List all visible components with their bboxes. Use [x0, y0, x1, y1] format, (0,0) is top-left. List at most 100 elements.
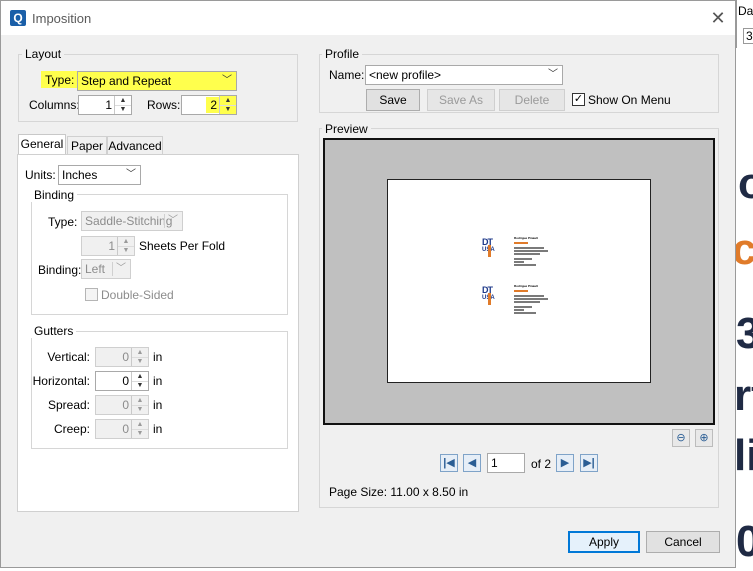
- profile-name-value: <new profile>: [369, 68, 442, 82]
- chevron-left-icon: ◀: [467, 457, 477, 469]
- card-line: [514, 312, 536, 314]
- spin-down-icon[interactable]: ▼: [115, 105, 131, 114]
- spin-down-icon[interactable]: ▼: [132, 429, 148, 438]
- spin-down-icon[interactable]: ▼: [132, 405, 148, 414]
- card-line: [514, 250, 548, 252]
- background-text: 3(: [736, 309, 753, 358]
- background-text: o: [738, 159, 753, 208]
- spread-gutter-unit: in: [153, 398, 163, 412]
- binding-group-label: Binding: [31, 188, 78, 202]
- page-number-input[interactable]: 1: [487, 453, 525, 473]
- select-divider: [112, 262, 113, 276]
- profile-group-label: Profile: [322, 47, 363, 61]
- spread-gutter-stepper[interactable]: 0 ▲ ▼: [95, 395, 149, 415]
- card-logo: DT USA: [482, 286, 498, 306]
- vertical-gutter-value: 0: [122, 350, 129, 364]
- binding-type-label: Type:: [48, 215, 78, 229]
- show-on-menu-checkbox[interactable]: ✓: [572, 93, 585, 106]
- spread-gutter-buttons: ▲ ▼: [131, 396, 148, 414]
- chevron-down-icon: ﹀: [116, 263, 126, 274]
- background-text: rt: [734, 371, 753, 420]
- first-page-button[interactable]: |◀: [440, 454, 458, 472]
- apply-button[interactable]: Apply: [568, 531, 640, 553]
- background-table: Da 3: [736, 0, 753, 48]
- card-logo: DT USA: [482, 238, 498, 258]
- next-page-button[interactable]: ▶: [556, 454, 574, 472]
- imposition-dialog: Q Imposition ✕ Layout Type: Step and Rep…: [0, 0, 736, 568]
- binding-select[interactable]: Left ﹀: [81, 259, 131, 279]
- rows-stepper-buttons: ▲ ▼: [219, 96, 236, 114]
- horizontal-gutter-buttons: ▲ ▼: [131, 372, 148, 390]
- columns-stepper[interactable]: 1 ▲ ▼: [78, 95, 132, 115]
- creep-gutter-value: 0: [122, 422, 129, 436]
- background-text: 0: [736, 517, 753, 566]
- last-page-button[interactable]: ▶|: [580, 454, 598, 472]
- zoom-out-icon: ⊖: [676, 432, 686, 444]
- app-logo-icon: Q: [10, 10, 26, 26]
- creep-gutter-unit: in: [153, 422, 163, 436]
- business-card: DT USA Rodrigue Pinault: [482, 284, 556, 320]
- card-logo-bar: [488, 245, 491, 257]
- spin-down-icon[interactable]: ▼: [118, 246, 134, 255]
- card-line: [514, 242, 528, 244]
- horizontal-gutter-stepper[interactable]: 0 ▲ ▼: [95, 371, 149, 391]
- last-page-icon: ▶|: [583, 457, 595, 469]
- columns-stepper-buttons: ▲ ▼: [114, 96, 131, 114]
- binding-type-value: Saddle-Stitching: [85, 214, 173, 228]
- card-line: [514, 306, 532, 308]
- vertical-gutter-label: Vertical:: [47, 350, 90, 364]
- vertical-gutter-unit: in: [153, 350, 163, 364]
- profile-name-select[interactable]: <new profile> ﹀: [365, 65, 563, 85]
- zoom-out-button[interactable]: ⊖: [672, 429, 690, 447]
- card-line: [514, 258, 532, 260]
- chevron-down-icon: ﹀: [548, 69, 558, 80]
- card-line: [514, 295, 544, 297]
- save-as-button[interactable]: Save As: [427, 89, 495, 111]
- delete-button[interactable]: Delete: [499, 89, 565, 111]
- sheets-per-fold-buttons: ▲ ▼: [117, 237, 134, 255]
- previous-page-button[interactable]: ◀: [463, 454, 481, 472]
- columns-value: 1: [105, 98, 112, 112]
- binding-type-select[interactable]: Saddle-Stitching ﹀: [81, 211, 183, 231]
- columns-label: Columns:: [29, 98, 80, 112]
- chevron-down-icon: ﹀: [126, 169, 136, 180]
- tab-advanced[interactable]: Advanced: [107, 136, 163, 156]
- save-button[interactable]: Save: [366, 89, 420, 111]
- show-on-menu-label: Show On Menu: [588, 93, 671, 107]
- card-logo-bar: [488, 293, 491, 305]
- creep-gutter-stepper[interactable]: 0 ▲ ▼: [95, 419, 149, 439]
- chevron-right-icon: ▶: [560, 457, 570, 469]
- double-sided-checkbox[interactable]: [85, 288, 98, 301]
- rows-stepper[interactable]: 2 ▲ ▼: [181, 95, 237, 115]
- tab-paper[interactable]: Paper: [67, 136, 107, 156]
- page-count-label: of 2: [531, 457, 552, 471]
- creep-gutter-buttons: ▲ ▼: [131, 420, 148, 438]
- gutters-group-label: Gutters: [31, 324, 77, 338]
- close-icon: ✕: [710, 8, 726, 28]
- units-label: Units:: [25, 168, 56, 182]
- cancel-button[interactable]: Cancel: [646, 531, 720, 553]
- zoom-in-button[interactable]: ⊕: [695, 429, 713, 447]
- chevron-down-icon: ﹀: [222, 75, 232, 86]
- sheets-per-fold-label: Sheets Per Fold: [139, 239, 226, 253]
- spin-down-icon[interactable]: ▼: [132, 357, 148, 366]
- business-card: DT USA Rodrigue Pinault: [482, 236, 556, 272]
- page-size-label: Page Size: 11.00 x 8.50 in: [329, 485, 469, 499]
- units-select[interactable]: Inches ﹀: [58, 165, 141, 185]
- spin-down-icon[interactable]: ▼: [220, 105, 236, 114]
- tab-general[interactable]: General: [18, 134, 66, 156]
- preview-group-label: Preview: [322, 122, 371, 136]
- spread-gutter-value: 0: [122, 398, 129, 412]
- background-cell-header: Da: [738, 4, 753, 18]
- layout-type-select[interactable]: Step and Repeat ﹀: [77, 71, 237, 91]
- title-bar[interactable]: Q Imposition ✕: [1, 1, 735, 35]
- vertical-gutter-stepper[interactable]: 0 ▲ ▼: [95, 347, 149, 367]
- binding-label: Binding:: [38, 263, 82, 277]
- chevron-down-icon: ﹀: [168, 215, 178, 226]
- close-button[interactable]: ✕: [708, 9, 728, 29]
- spin-down-icon[interactable]: ▼: [132, 381, 148, 390]
- sheets-per-fold-value: 1: [108, 239, 115, 253]
- card-line: [514, 253, 540, 255]
- sheets-per-fold-stepper[interactable]: 1 ▲ ▼: [81, 236, 135, 256]
- horizontal-gutter-label: Horizontal:: [32, 374, 90, 388]
